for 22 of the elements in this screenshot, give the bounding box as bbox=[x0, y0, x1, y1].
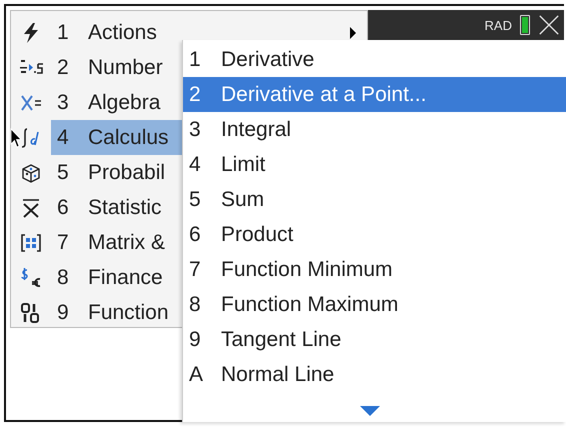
submenu-item[interactable]: 8 Function Maximum bbox=[183, 287, 566, 322]
submenu-item[interactable]: 6 Product bbox=[183, 217, 566, 252]
close-icon[interactable] bbox=[538, 14, 560, 36]
angle-mode-indicator: RAD bbox=[484, 18, 512, 32]
submenu-item[interactable]: 9 Tangent Line bbox=[183, 322, 566, 357]
submenu-item[interactable]: 7 Function Minimum bbox=[183, 252, 566, 287]
battery-icon bbox=[520, 15, 530, 35]
menu-item[interactable]: 5 Probabil bbox=[51, 155, 182, 190]
menu-item[interactable]: 2 Number bbox=[51, 50, 182, 85]
menu-item[interactable]: 6 Statistic bbox=[51, 190, 182, 225]
submenu-item[interactable]: A Normal Line bbox=[183, 357, 566, 392]
menu-item[interactable]: 9 Function bbox=[51, 295, 182, 330]
menu-item[interactable]: 8 Finance bbox=[51, 260, 182, 295]
submenu-item[interactable]: 3 Integral bbox=[183, 112, 566, 147]
submenu-item[interactable]: 5 Sum bbox=[183, 182, 566, 217]
scroll-down-icon[interactable] bbox=[360, 406, 380, 416]
currency-icon bbox=[19, 266, 43, 290]
menu-item[interactable]: 7 Matrix & bbox=[51, 225, 182, 260]
submenu-item[interactable]: 4 Limit bbox=[183, 147, 566, 182]
menu-item[interactable]: 3 Algebra bbox=[51, 85, 182, 120]
menu-item[interactable]: 4 Calculus bbox=[51, 120, 182, 155]
submenu-item[interactable]: 2 Derivative at a Point... bbox=[183, 77, 566, 112]
